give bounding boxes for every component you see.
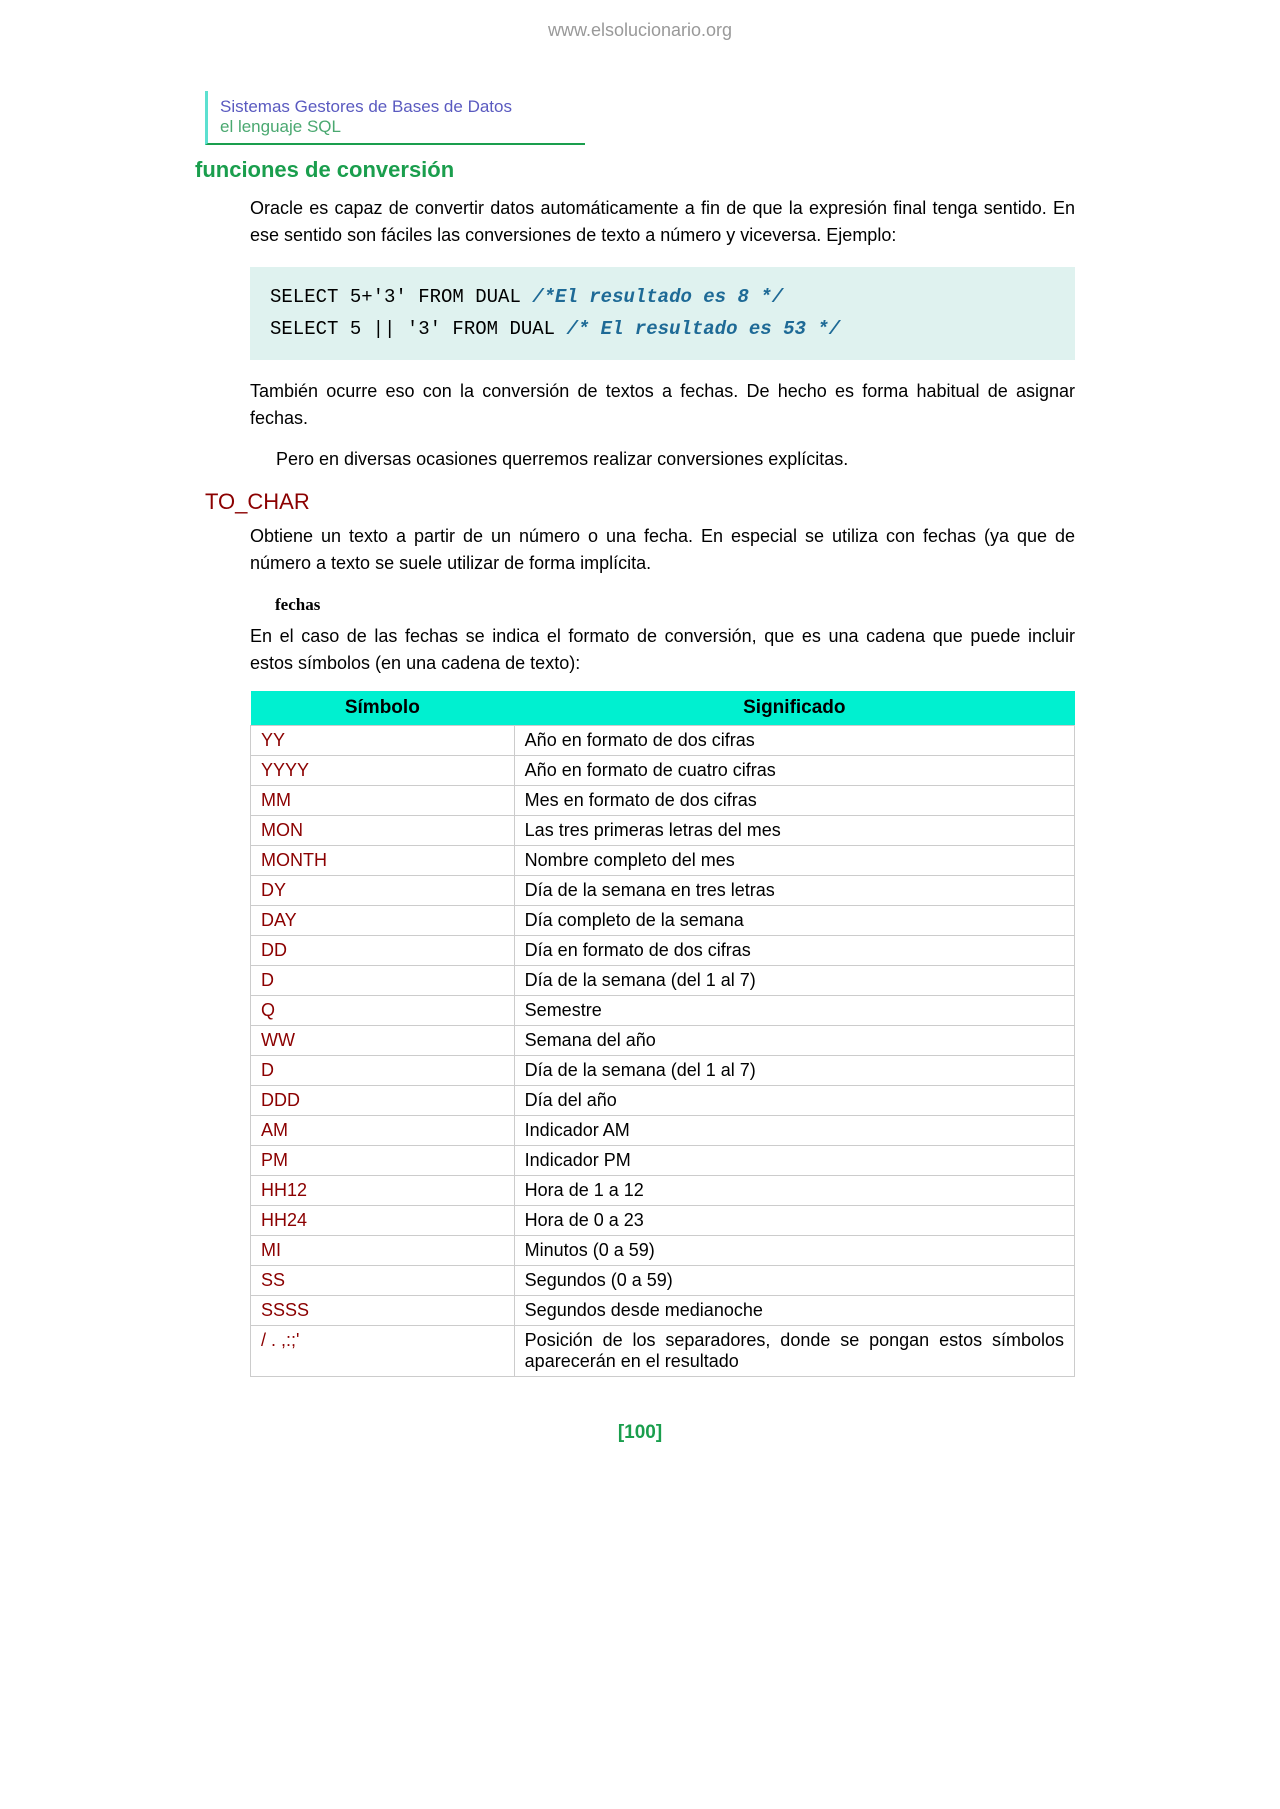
table-row: AMIndicador AM	[251, 1115, 1075, 1145]
table-header-row: Símbolo Significado	[251, 691, 1075, 726]
meaning-cell: Año en formato de dos cifras	[514, 725, 1074, 755]
meaning-cell: Día del año	[514, 1085, 1074, 1115]
meaning-cell: Nombre completo del mes	[514, 845, 1074, 875]
section-title: funciones de conversión	[195, 157, 1075, 183]
meaning-cell: Posición de los separadores, donde se po…	[514, 1325, 1074, 1376]
table-row: PMIndicador PM	[251, 1145, 1075, 1175]
symbol-cell: SS	[251, 1265, 515, 1295]
symbol-cell: DD	[251, 935, 515, 965]
symbol-cell: MM	[251, 785, 515, 815]
table-row: MIMinutos (0 a 59)	[251, 1235, 1075, 1265]
meaning-cell: Segundos desde medianoche	[514, 1295, 1074, 1325]
table-row: SSSSSegundos desde medianoche	[251, 1295, 1075, 1325]
table-row: YYAño en formato de dos cifras	[251, 725, 1075, 755]
meaning-cell: Día completo de la semana	[514, 905, 1074, 935]
code-block: SELECT 5+'3' FROM DUAL /*El resultado es…	[250, 267, 1075, 360]
symbol-cell: MONTH	[251, 845, 515, 875]
symbol-cell: / . ,:;'	[251, 1325, 515, 1376]
symbol-cell: D	[251, 965, 515, 995]
symbol-cell: AM	[251, 1115, 515, 1145]
code-line-2: SELECT 5 || '3' FROM DUAL /* El resultad…	[270, 313, 1055, 345]
meaning-cell: Hora de 0 a 23	[514, 1205, 1074, 1235]
table-row: MONTHNombre completo del mes	[251, 845, 1075, 875]
symbol-cell: DY	[251, 875, 515, 905]
symbols-table: Símbolo Significado YYAño en formato de …	[250, 691, 1075, 1377]
symbol-cell: HH12	[251, 1175, 515, 1205]
symbol-cell: Q	[251, 995, 515, 1025]
table-row: DAYDía completo de la semana	[251, 905, 1075, 935]
meaning-cell: Indicador AM	[514, 1115, 1074, 1145]
table-row: WWSemana del año	[251, 1025, 1075, 1055]
subsection-title: TO_CHAR	[205, 489, 1075, 515]
symbol-cell: MON	[251, 815, 515, 845]
symbol-cell: DDD	[251, 1085, 515, 1115]
table-row: MONLas tres primeras letras del mes	[251, 815, 1075, 845]
site-url: www.elsolucionario.org	[0, 20, 1280, 41]
symbol-cell: WW	[251, 1025, 515, 1055]
code-text-1a: SELECT 5+'3' FROM DUAL	[270, 286, 532, 308]
table-row: / . ,:;'Posición de los separadores, don…	[251, 1325, 1075, 1376]
meaning-cell: Hora de 1 a 12	[514, 1175, 1074, 1205]
symbol-cell: YY	[251, 725, 515, 755]
meaning-cell: Mes en formato de dos cifras	[514, 785, 1074, 815]
meaning-cell: Semestre	[514, 995, 1074, 1025]
symbol-cell: D	[251, 1055, 515, 1085]
header-line-1: Sistemas Gestores de Bases de Datos	[220, 97, 573, 117]
meaning-cell: Minutos (0 a 59)	[514, 1235, 1074, 1265]
symbol-cell: YYYY	[251, 755, 515, 785]
table-row: YYYYAño en formato de cuatro cifras	[251, 755, 1075, 785]
table-row: DDDía en formato de dos cifras	[251, 935, 1075, 965]
table-header-symbol: Símbolo	[251, 691, 515, 726]
paragraph-3: Pero en diversas ocasiones querremos rea…	[250, 446, 1075, 473]
meaning-cell: Día de la semana (del 1 al 7)	[514, 965, 1074, 995]
meaning-cell: Semana del año	[514, 1025, 1074, 1055]
code-comment-1: /*El resultado es 8 */	[532, 286, 783, 308]
meaning-cell: Día de la semana (del 1 al 7)	[514, 1055, 1074, 1085]
page-number: [100]	[205, 1422, 1075, 1444]
table-row: DDía de la semana (del 1 al 7)	[251, 965, 1075, 995]
paragraph-4: Obtiene un texto a partir de un número o…	[250, 523, 1075, 577]
symbol-cell: HH24	[251, 1205, 515, 1235]
table-row: QSemestre	[251, 995, 1075, 1025]
paragraph-1: Oracle es capaz de convertir datos autom…	[250, 195, 1075, 249]
page-content: Sistemas Gestores de Bases de Datos el l…	[205, 91, 1075, 1444]
meaning-cell: Día de la semana en tres letras	[514, 875, 1074, 905]
symbol-cell: SSSS	[251, 1295, 515, 1325]
paragraph-5: En el caso de las fechas se indica el fo…	[250, 623, 1075, 677]
symbol-cell: PM	[251, 1145, 515, 1175]
meaning-cell: Indicador PM	[514, 1145, 1074, 1175]
sub-heading: fechas	[275, 595, 1075, 615]
code-comment-2: /* El resultado es 53 */	[566, 318, 840, 340]
table-row: HH24Hora de 0 a 23	[251, 1205, 1075, 1235]
table-row: DDía de la semana (del 1 al 7)	[251, 1055, 1075, 1085]
table-row: DYDía de la semana en tres letras	[251, 875, 1075, 905]
meaning-cell: Año en formato de cuatro cifras	[514, 755, 1074, 785]
symbol-cell: DAY	[251, 905, 515, 935]
table-header-meaning: Significado	[514, 691, 1074, 726]
table-row: DDDDía del año	[251, 1085, 1075, 1115]
meaning-cell: Segundos (0 a 59)	[514, 1265, 1074, 1295]
meaning-cell: Las tres primeras letras del mes	[514, 815, 1074, 845]
symbol-cell: MI	[251, 1235, 515, 1265]
table-row: HH12Hora de 1 a 12	[251, 1175, 1075, 1205]
document-header: Sistemas Gestores de Bases de Datos el l…	[205, 91, 585, 145]
meaning-cell: Día en formato de dos cifras	[514, 935, 1074, 965]
table-row: SSSegundos (0 a 59)	[251, 1265, 1075, 1295]
code-line-1: SELECT 5+'3' FROM DUAL /*El resultado es…	[270, 281, 1055, 313]
code-text-2a: SELECT 5 || '3' FROM DUAL	[270, 318, 566, 340]
paragraph-2: También ocurre eso con la conversión de …	[250, 378, 1075, 432]
table-row: MMMes en formato de dos cifras	[251, 785, 1075, 815]
header-line-2: el lenguaje SQL	[220, 117, 573, 137]
